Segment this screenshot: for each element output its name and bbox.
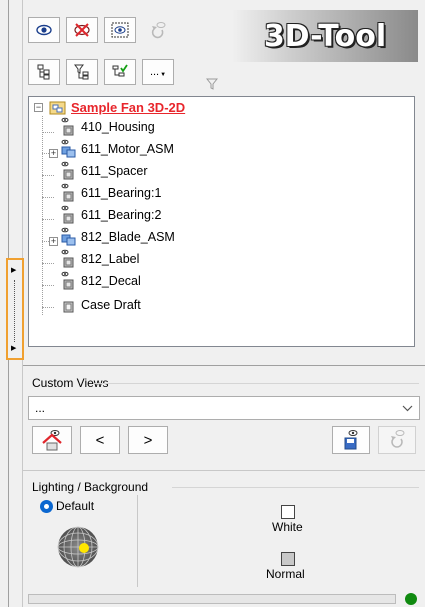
eye-icon (36, 24, 52, 36)
home-view-button[interactable] (32, 426, 72, 454)
hide-button[interactable] (66, 17, 98, 43)
tree-item-label: 611_Bearing:1 (81, 186, 162, 200)
3d-tool-logo: 3D-Tool (232, 10, 418, 62)
filter-tree-button[interactable] (66, 59, 98, 85)
radio-selected-icon (40, 499, 53, 513)
section-divider (23, 470, 425, 471)
tree-branch-line (42, 307, 54, 308)
collapse-icon[interactable]: − (34, 103, 43, 112)
assembly-folder-icon (49, 101, 66, 115)
tree-item[interactable]: 812_Decal (60, 271, 141, 291)
part-visible-icon (61, 183, 74, 202)
tree-item-label: 410_Housing (81, 120, 155, 134)
more-options-button[interactable]: ... ▼ (142, 59, 174, 85)
drawing-icon (63, 301, 74, 313)
previous-view-button[interactable]: < (80, 426, 120, 454)
undo-visibility-button[interactable] (142, 17, 174, 43)
part-visible-icon (61, 161, 74, 180)
part-visible-icon (61, 117, 74, 136)
tree-item[interactable]: Case Draft (60, 295, 141, 315)
vertical-divider (137, 495, 138, 587)
section-divider (23, 365, 425, 366)
custom-views-selected-value: ... (35, 401, 46, 415)
tree-check-icon (112, 64, 128, 77)
tree-item[interactable]: 611_Spacer (60, 161, 148, 181)
logo-text: 3D-Tool (263, 18, 387, 54)
eye-crossed-icon (74, 23, 90, 37)
next-view-button[interactable]: > (128, 426, 168, 454)
assembly-visible-icon (61, 227, 76, 246)
next-view-label: > (143, 431, 153, 449)
tree-item[interactable]: 611_Motor_ASM (60, 139, 174, 159)
tree-item-label: 812_Label (81, 252, 140, 266)
normal-background-label: Normal (266, 567, 305, 581)
tree-item[interactable]: 410_Housing (60, 117, 155, 137)
model-tree[interactable]: − Sample Fan 3D-2D 410_Housing + 611_Mot… (28, 96, 415, 347)
assembly-visible-icon (61, 139, 76, 158)
panel-splitter-handle[interactable]: ▶ ▶ (6, 258, 24, 360)
show-button[interactable] (28, 17, 60, 43)
tree-branch-line (42, 197, 54, 198)
default-lighting-label: Default (56, 499, 95, 513)
part-visible-icon (61, 271, 74, 290)
white-background-label: White (272, 520, 303, 534)
tree-branch-line (42, 285, 54, 286)
save-view-icon (344, 430, 358, 450)
splitter-arrow-icon: ▶ (11, 267, 17, 274)
part-visible-icon (61, 205, 74, 224)
tree-item[interactable]: 812_Label (60, 249, 139, 269)
tree-item-label: Case Draft (81, 298, 141, 312)
tree-item-label: 812_Decal (81, 274, 141, 288)
default-lighting-radio[interactable]: Default (40, 499, 94, 513)
light-sphere-icon (57, 526, 99, 568)
expand-tree-button[interactable] (28, 59, 60, 85)
expand-icon[interactable]: + (49, 149, 58, 158)
tree-branch-line (42, 153, 49, 154)
chevron-down-icon (402, 405, 413, 412)
tree-branch-line (42, 219, 54, 220)
status-indicator-icon (405, 593, 417, 605)
select-show-button[interactable] (104, 17, 136, 43)
chevron-down-icon: ▼ (160, 72, 167, 78)
part-visible-icon (61, 249, 74, 268)
tree-branch-line (42, 175, 54, 176)
check-tree-button[interactable] (104, 59, 136, 85)
splitter-arrow-icon: ▶ (11, 345, 17, 352)
white-background-swatch[interactable] (281, 505, 295, 519)
tree-branch-line (42, 241, 49, 242)
expand-icon[interactable]: + (49, 237, 58, 246)
tree-filter-icon (74, 64, 89, 80)
previous-view-label: < (95, 431, 105, 449)
tree-item-label: 611_Spacer (81, 164, 148, 178)
more-options-label: ... (149, 66, 160, 78)
tree-item-label: 812_Blade_ASM (81, 230, 175, 244)
tree-branch-line (42, 132, 54, 133)
home-view-icon (42, 430, 62, 451)
tree-item[interactable]: 812_Blade_ASM (60, 227, 175, 247)
undo-view-button[interactable] (378, 426, 416, 454)
tree-root-label: Sample Fan 3D-2D (71, 100, 186, 115)
light-direction-sphere[interactable] (56, 525, 100, 572)
section-divider (172, 487, 419, 488)
eye-select-icon (111, 22, 129, 38)
save-view-button[interactable] (332, 426, 370, 454)
tree-expand-icon (37, 64, 50, 80)
tree-item-label: 611_Bearing:2 (81, 208, 162, 222)
funnel-icon (205, 78, 219, 93)
progress-bar (28, 594, 396, 604)
tree-item[interactable]: 611_Bearing:2 (60, 205, 161, 225)
tree-branch-line (42, 263, 54, 264)
lighting-title: Lighting / Background (32, 480, 149, 494)
custom-views-select[interactable]: ... (28, 396, 420, 420)
undo-visibility-icon (151, 22, 166, 39)
normal-background-swatch[interactable] (281, 552, 295, 566)
tree-root[interactable]: Sample Fan 3D-2D (49, 100, 185, 115)
splitter-grip-icon (14, 280, 17, 342)
undo-view-icon (391, 430, 405, 448)
tree-item-label: 611_Motor_ASM (81, 142, 174, 156)
tree-item[interactable]: 611_Bearing:1 (60, 183, 161, 203)
section-divider (94, 383, 419, 384)
